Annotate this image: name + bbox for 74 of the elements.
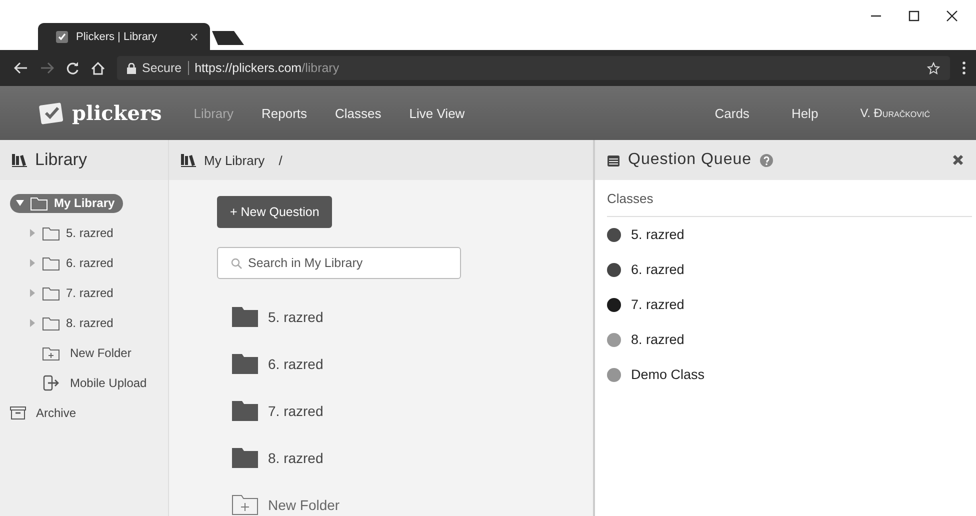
url-text: https://plickers.com/library — [194, 61, 340, 75]
class-item[interactable]: 5. razred — [631, 227, 684, 242]
folder-icon — [30, 196, 48, 210]
nav-link[interactable]: Live View — [409, 106, 465, 120]
address-bar[interactable]: Secure https://plickers.com/library — [117, 56, 950, 80]
breadcrumb-separator: / — [278, 152, 282, 168]
star-icon — [927, 62, 940, 74]
section-label: Classes — [607, 180, 972, 217]
tab-title: Plickers | Library — [76, 30, 158, 42]
nav-link[interactable]: Help — [791, 106, 818, 120]
nav-link[interactable]: Reports — [262, 106, 308, 120]
folder-icon — [232, 306, 258, 326]
folder-item[interactable]: 6. razred — [217, 340, 324, 387]
forward-icon — [40, 62, 54, 74]
calendar-icon — [607, 154, 620, 166]
library-icon — [12, 153, 27, 167]
user-name[interactable]: V. Đuračković — [860, 106, 930, 120]
folder-icon — [232, 400, 258, 420]
panel-title: Library — [35, 150, 87, 170]
upload-icon — [42, 375, 60, 391]
browser-tab[interactable]: Plickers | Library — [38, 23, 210, 50]
folder-item[interactable]: 5. razred — [217, 293, 324, 340]
tree-item[interactable]: My Library — [10, 194, 123, 212]
caret-right-icon — [28, 259, 36, 267]
caret-down-icon — [16, 199, 24, 207]
folder-icon — [42, 316, 60, 330]
folder-icon — [232, 354, 258, 374]
back-icon — [14, 62, 28, 74]
tree-item[interactable]: 6. razred — [22, 254, 122, 272]
tree-item[interactable]: 5. razred — [22, 224, 122, 242]
folder-icon — [232, 448, 258, 468]
nav-link[interactable]: Cards — [714, 106, 750, 120]
close-icon — [952, 154, 964, 166]
library-icon — [181, 153, 196, 167]
reload-icon — [66, 62, 79, 74]
help-icon — [760, 154, 773, 166]
close-icon — [946, 10, 958, 22]
folder-icon — [42, 226, 60, 240]
new-question-button[interactable]: + New Question — [217, 196, 332, 228]
tree-item[interactable]: New Folder — [22, 344, 140, 362]
new-folder-icon — [232, 494, 258, 514]
folder-icon — [42, 286, 60, 300]
breadcrumb[interactable]: My Library — [204, 152, 265, 168]
new-tab-icon — [210, 30, 246, 46]
folder-item[interactable]: New Folder — [217, 481, 340, 516]
maximize-icon — [908, 10, 920, 22]
close-button[interactable] — [952, 154, 964, 166]
caret-right-icon — [28, 319, 36, 327]
class-item[interactable]: 6. razred — [631, 262, 684, 277]
new-folder-icon — [42, 346, 60, 360]
archive-icon — [10, 406, 26, 420]
class-item[interactable]: 7. razred — [631, 297, 684, 312]
close-icon — [190, 32, 198, 40]
nav-link[interactable]: Classes — [335, 106, 382, 120]
folder-icon — [42, 256, 60, 270]
home-icon — [91, 62, 105, 74]
class-item[interactable]: Demo Class — [631, 367, 705, 382]
lock-icon — [127, 62, 136, 74]
folder-item[interactable]: 7. razred — [217, 387, 324, 434]
secure-label: Secure — [142, 61, 189, 75]
logo-text: plickers — [72, 101, 162, 125]
tree-item[interactable]: Archive — [10, 404, 84, 422]
checkmark-icon — [56, 30, 68, 42]
logo-icon — [38, 101, 66, 125]
tree-item[interactable]: 8. razred — [22, 314, 122, 332]
caret-right-icon — [28, 289, 36, 297]
tree-item[interactable]: 7. razred — [22, 284, 122, 302]
caret-right-icon — [28, 229, 36, 237]
menu-icon — [962, 61, 966, 75]
folder-item[interactable]: 8. razred — [217, 434, 324, 481]
panel-title: Question Queue — [628, 151, 752, 169]
search-field[interactable]: Search in My Library — [217, 247, 461, 279]
class-item[interactable]: 8. razred — [631, 332, 684, 347]
tree-item[interactable]: Mobile Upload — [22, 373, 155, 393]
